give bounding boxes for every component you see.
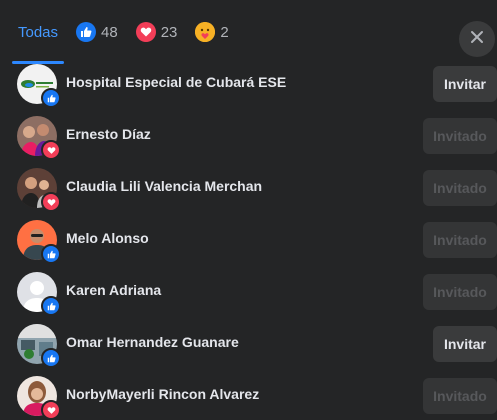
invite-button[interactable]: Invitar [433, 326, 497, 362]
reactions-header: Todas 48 23 2 [0, 0, 497, 64]
list-item: Melo Alonso Invitado [0, 212, 497, 264]
avatar-container[interactable] [17, 272, 61, 316]
tab-all[interactable]: Todas [11, 0, 65, 64]
love-reaction-icon [135, 22, 156, 42]
list-item: Hospital Especial de Cubará ESE Invitar [0, 56, 497, 108]
list-item: Omar Hernandez Guanare Invitar [0, 316, 497, 368]
invited-button: Invitado [423, 170, 497, 206]
list-item: Karen Adriana Invitado [0, 264, 497, 316]
like-badge-icon [41, 88, 61, 108]
person-name[interactable]: NorbyMayerli Rincon Alvarez [66, 368, 259, 420]
invited-button: Invitado [423, 222, 497, 258]
person-name[interactable]: Omar Hernandez Guanare [66, 316, 239, 368]
avatar-container[interactable] [17, 116, 61, 160]
like-count: 48 [101, 23, 118, 41]
close-icon [470, 30, 484, 49]
person-name[interactable]: Hospital Especial de Cubará ESE [66, 56, 286, 108]
love-count: 23 [160, 23, 178, 41]
invite-button[interactable]: Invitar [433, 66, 497, 102]
avatar-container[interactable] [17, 376, 61, 420]
invited-button: Invitado [423, 274, 497, 310]
tab-care[interactable]: 2 [195, 0, 229, 64]
love-badge-icon [41, 192, 61, 212]
person-name[interactable]: Ernesto Díaz [66, 108, 151, 160]
care-count: 2 [220, 23, 229, 41]
tab-all-label: Todas [18, 23, 59, 41]
love-badge-icon [41, 140, 61, 160]
care-reaction-icon [195, 22, 216, 42]
tab-love[interactable]: 23 [135, 0, 178, 64]
avatar-container[interactable] [17, 220, 61, 264]
list-item: NorbyMayerli Rincon Alvarez Invitado [0, 368, 497, 420]
list-item: Ernesto Díaz Invitado [0, 108, 497, 160]
like-badge-icon [41, 244, 61, 264]
invited-button: Invitado [423, 118, 497, 154]
like-badge-icon [41, 348, 61, 368]
tab-like[interactable]: 48 [76, 0, 118, 64]
person-name[interactable]: Melo Alonso [66, 212, 149, 264]
avatar-container[interactable] [17, 64, 61, 108]
list-item: Claudia Lili Valencia Merchan Invitado [0, 160, 497, 212]
close-button[interactable] [459, 21, 495, 57]
person-name[interactable]: Claudia Lili Valencia Merchan [66, 160, 262, 212]
love-badge-icon [41, 400, 61, 420]
like-badge-icon [41, 296, 61, 316]
reaction-tabs: Todas 48 23 2 [11, 0, 247, 64]
person-name[interactable]: Karen Adriana [66, 264, 161, 316]
avatar-container[interactable] [17, 324, 61, 368]
like-reaction-icon [76, 22, 97, 42]
avatar-container[interactable] [17, 168, 61, 212]
